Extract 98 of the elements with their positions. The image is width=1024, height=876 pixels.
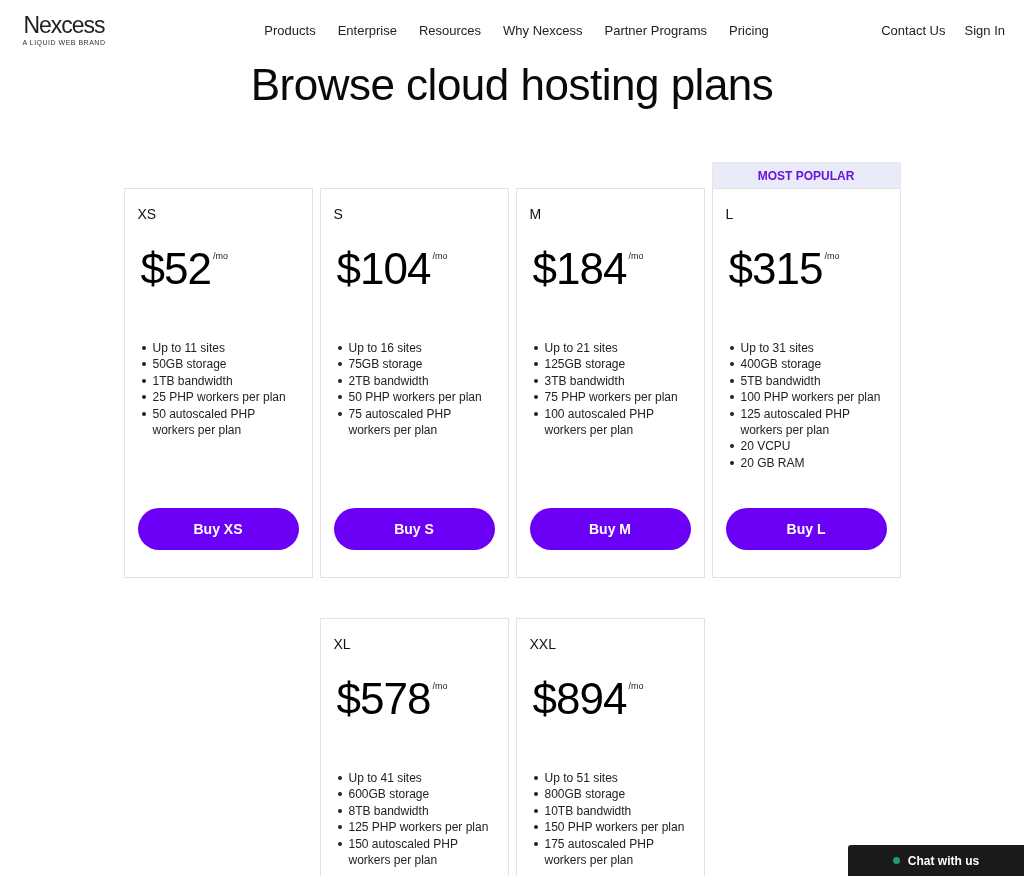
feature-text: Up to 16 sites <box>348 340 422 357</box>
bullet-icon <box>337 411 342 416</box>
plan-name: M <box>529 205 542 223</box>
bullet-icon <box>337 378 342 383</box>
bullet-icon <box>533 346 538 350</box>
bullet-icon <box>533 362 538 367</box>
plan-name: L <box>725 205 734 223</box>
price-period: /mo <box>628 251 644 261</box>
popular-badge: MOST POPULAR <box>711 162 901 188</box>
plan-name: S <box>333 205 343 223</box>
nav-link[interactable]: Resources <box>418 21 482 41</box>
feature-text: 2TB bandwidth <box>348 372 429 390</box>
feature-text: 75 PHP workers per plan <box>544 389 678 406</box>
feature-text: 175 autoscaled PHP workers per plan <box>544 835 655 869</box>
bullet-icon <box>141 395 146 400</box>
plan-price: $104 <box>336 245 431 293</box>
feature-text: 8TB bandwidth <box>348 802 429 820</box>
feature-text: 20 GB RAM <box>740 454 805 472</box>
feature-text: Up to 11 sites <box>152 340 225 357</box>
feature-text: 125 PHP workers per plan <box>348 819 489 836</box>
plan-name: XS <box>137 205 157 223</box>
bullet-icon <box>729 346 734 350</box>
feature-text: 1TB bandwidth <box>152 372 233 390</box>
bullet-icon <box>533 776 538 780</box>
bullet-icon <box>533 378 538 383</box>
feature-text: 50 PHP workers per plan <box>348 389 482 406</box>
bullet-icon <box>141 411 146 416</box>
bullet-icon <box>729 395 734 400</box>
plan-price: $315 <box>728 245 823 293</box>
bullet-icon <box>141 346 146 350</box>
feature-text: 50GB storage <box>152 356 227 373</box>
buy-button[interactable]: Buy M <box>529 508 691 550</box>
bullet-icon <box>337 808 342 813</box>
plan-name: XXL <box>529 635 556 653</box>
nav-link[interactable]: Enterprise <box>337 21 397 41</box>
feature-text: 100 PHP workers per plan <box>740 389 881 406</box>
buy-button[interactable]: Buy S <box>333 508 495 550</box>
feature-text: 600GB storage <box>348 786 430 803</box>
page-title: Browse cloud hosting plans <box>249 59 775 111</box>
feature-text: 125 autoscaled PHP workers per plan <box>740 405 851 439</box>
bullet-icon <box>533 411 538 416</box>
feature-text: 125GB storage <box>544 356 626 373</box>
bullet-icon <box>337 395 342 400</box>
header-link[interactable]: Sign In <box>964 21 1005 41</box>
nav-link[interactable]: Products <box>264 21 316 41</box>
plan-price: $184 <box>532 245 627 293</box>
buy-button[interactable]: Buy L <box>725 508 887 550</box>
plan-price: $894 <box>532 675 627 723</box>
bullet-icon <box>729 444 734 449</box>
price-period: /mo <box>432 251 448 261</box>
price-period: /mo <box>628 681 644 691</box>
bullet-icon <box>533 792 538 797</box>
price-period: /mo <box>824 251 840 261</box>
bullet-icon <box>141 378 146 383</box>
bullet-icon <box>533 808 538 813</box>
nav-link[interactable]: Partner Programs <box>604 21 708 41</box>
buy-button[interactable]: Buy XS <box>137 508 299 550</box>
bullet-icon <box>337 776 342 780</box>
bullet-icon <box>141 362 146 367</box>
plan-name: XL <box>333 635 351 653</box>
feature-text: 150 autoscaled PHP workers per plan <box>348 835 459 869</box>
bullet-icon <box>533 825 538 830</box>
bullet-icon <box>337 346 342 350</box>
feature-text: 100 autoscaled PHP workers per plan <box>544 405 655 439</box>
bullet-icon <box>337 841 342 846</box>
nav-link[interactable]: Pricing <box>729 21 769 41</box>
bullet-icon <box>729 362 734 367</box>
feature-text: Up to 21 sites <box>544 340 618 357</box>
plan-price: $52 <box>140 245 211 293</box>
bullet-icon <box>729 411 734 416</box>
bullet-icon <box>729 460 734 465</box>
feature-text: 800GB storage <box>544 786 626 803</box>
feature-text: Up to 31 sites <box>740 340 814 357</box>
feature-text: 25 PHP workers per plan <box>152 389 286 406</box>
chat-button[interactable]: Chat with us <box>848 845 1024 876</box>
feature-text: 10TB bandwidth <box>544 802 632 820</box>
bullet-icon <box>337 825 342 830</box>
feature-text: 75 autoscaled PHP workers per plan <box>348 405 452 439</box>
feature-text: 50 autoscaled PHP workers per plan <box>152 405 256 439</box>
bullet-icon <box>337 362 342 367</box>
plan-price: $578 <box>336 675 431 723</box>
bullet-icon <box>729 378 734 383</box>
feature-text: Up to 51 sites <box>544 770 618 787</box>
price-period: /mo <box>212 251 228 261</box>
feature-text: 150 PHP workers per plan <box>544 819 685 836</box>
bullet-icon <box>533 841 538 846</box>
header-link[interactable]: Contact Us <box>881 21 946 41</box>
bullet-icon <box>533 395 538 400</box>
feature-text: 3TB bandwidth <box>544 372 625 390</box>
logo[interactable]: Nexcess <box>23 12 105 38</box>
feature-text: 400GB storage <box>740 356 822 373</box>
feature-text: 5TB bandwidth <box>740 372 821 390</box>
feature-text: 75GB storage <box>348 356 423 373</box>
bullet-icon <box>337 792 342 797</box>
nav-link[interactable]: Why Nexcess <box>503 21 583 41</box>
feature-text: 20 VCPU <box>740 438 791 455</box>
price-period: /mo <box>432 681 448 691</box>
feature-text: Up to 41 sites <box>348 770 422 787</box>
